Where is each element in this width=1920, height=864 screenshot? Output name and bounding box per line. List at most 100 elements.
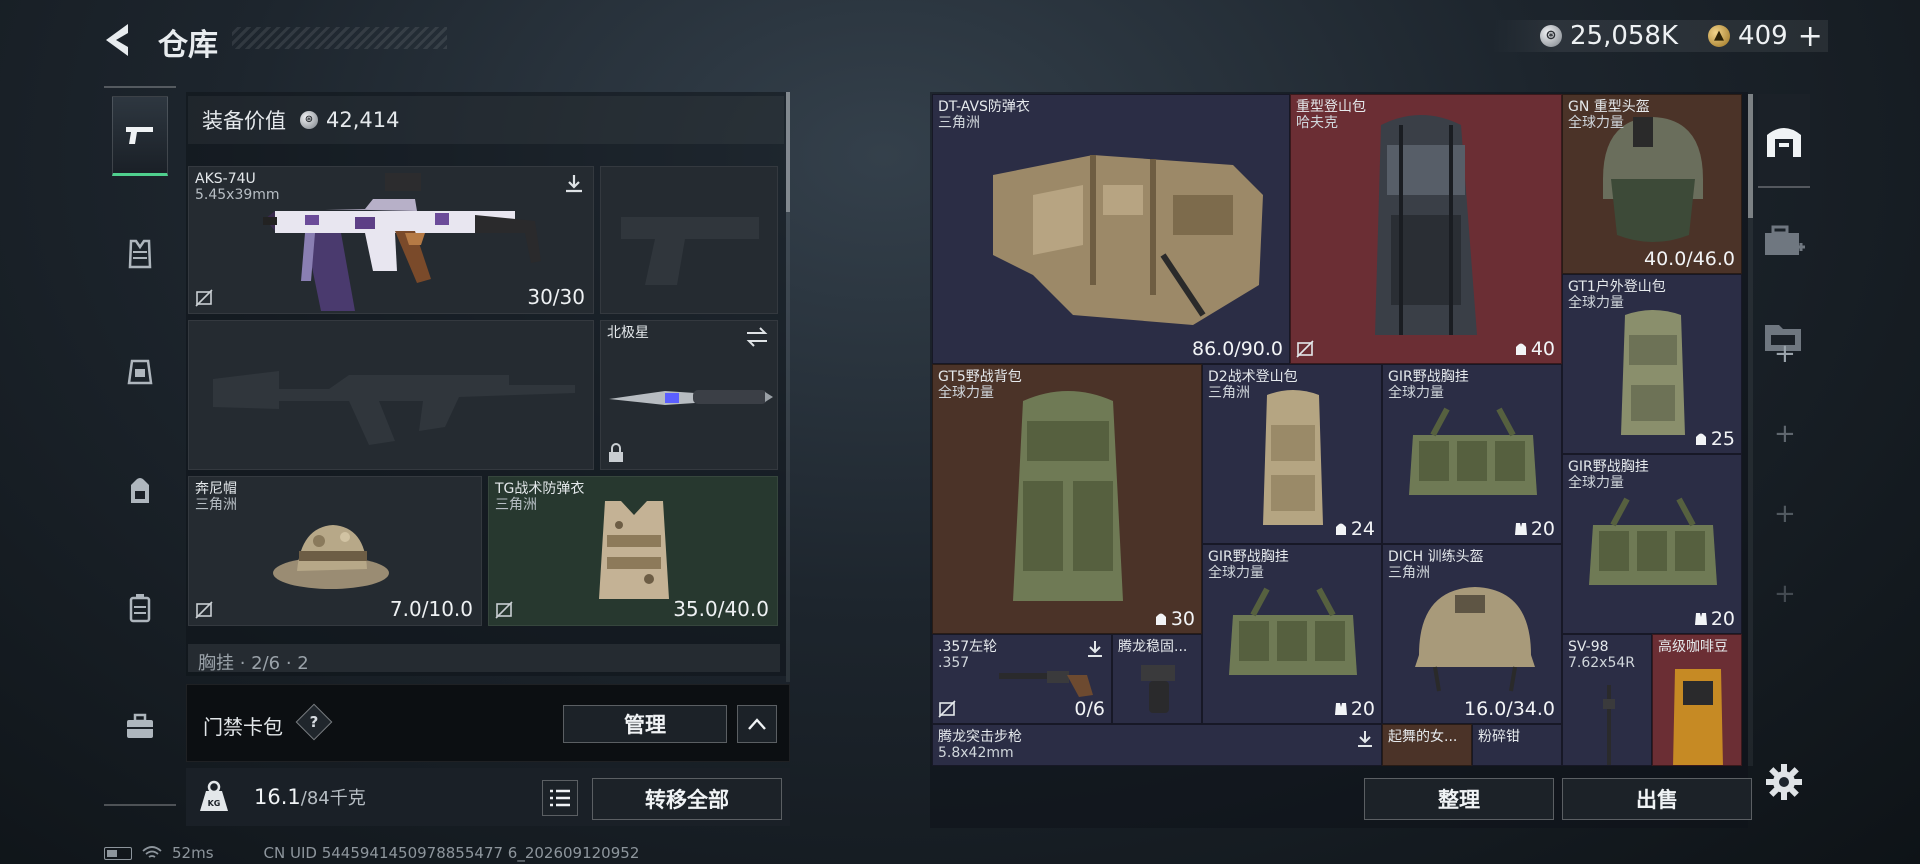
- add-currency-button[interactable]: +: [1798, 19, 1823, 54]
- stash-item[interactable]: DICH 训练头盔 三角洲 16.0/34.0: [1382, 544, 1562, 724]
- stash-item[interactable]: GIR野战胸挂 全球力量 20: [1382, 364, 1562, 544]
- help-button[interactable]: ?: [295, 703, 333, 741]
- item-name: DT-AVS防弹衣: [938, 99, 1030, 115]
- item-name: GIR野战胸挂: [1568, 459, 1649, 475]
- download-icon[interactable]: [1355, 729, 1375, 749]
- rig-icon: [127, 359, 153, 385]
- stash-item[interactable]: 腾龙突击步枪 5.8x42mm: [932, 724, 1382, 766]
- no-insure-icon: [938, 700, 956, 718]
- helmet-durability: 7.0/10.0: [389, 597, 473, 621]
- sort-button[interactable]: 整理: [1364, 778, 1554, 820]
- weapon-ammo: 30/30: [527, 285, 585, 309]
- stash-item[interactable]: D2战术登山包 三角洲 24: [1202, 364, 1382, 544]
- weight-icon: KG: [200, 780, 228, 811]
- item-maker: 三角洲: [1388, 565, 1430, 581]
- gt5-backpack-image: [1013, 391, 1123, 601]
- stash-item[interactable]: SV-98 7.62x54R: [1562, 634, 1652, 766]
- list-icon: [550, 789, 570, 807]
- stash-item[interactable]: 起舞的女...: [1382, 724, 1472, 766]
- chest-rig-row[interactable]: 胸挂 · 2/6 · 2: [188, 644, 780, 672]
- vest-image: [599, 501, 669, 599]
- download-icon[interactable]: [563, 173, 585, 195]
- tab-expansion-2[interactable]: [1758, 290, 1810, 384]
- tab-main-stash[interactable]: [1758, 94, 1810, 188]
- stash-scrollbar-thumb[interactable]: [1748, 94, 1753, 218]
- manage-button[interactable]: 管理: [563, 705, 727, 743]
- item-name: GT1户外登山包: [1568, 279, 1666, 295]
- item-maker: 全球力量: [938, 385, 994, 401]
- card-pack-label: 门禁卡包: [203, 715, 283, 739]
- weapon-caliber: 5.45x39mm: [195, 187, 280, 203]
- vest-icon: [128, 239, 152, 269]
- swap-icon[interactable]: [745, 327, 769, 347]
- add-tab-button[interactable]: +: [1774, 421, 1796, 447]
- stash-item[interactable]: DT-AVS防弹衣 三角洲 86.0/90.0: [932, 94, 1290, 364]
- stash-item[interactable]: GIR野战胸挂 全球力量 20: [1202, 544, 1382, 724]
- silver-coin-icon: ⊛: [1540, 25, 1562, 47]
- transfer-all-button[interactable]: 转移全部: [592, 778, 782, 820]
- list-view-button[interactable]: [542, 780, 578, 816]
- toolbox-icon: [127, 713, 153, 738]
- add-tab-button[interactable]: +: [1774, 581, 1796, 607]
- sidebar-item-cases[interactable]: [112, 568, 168, 648]
- item-maker: 全球力量: [1568, 295, 1624, 311]
- sidebar-item-toolbox[interactable]: [112, 686, 168, 766]
- no-insure-icon: [195, 289, 213, 307]
- second-weapon-slot[interactable]: [188, 320, 594, 470]
- item-name: 起舞的女...: [1388, 729, 1458, 745]
- weight-bar: KG 16.1/84千克 转移全部: [186, 768, 790, 826]
- sidebar-item-armor[interactable]: [112, 214, 168, 294]
- item-name: 腾龙稳固...: [1118, 639, 1188, 655]
- sidebar-item-rigs[interactable]: [112, 332, 168, 412]
- item-capacity: 30: [1154, 608, 1195, 630]
- stash-item[interactable]: GT1户外登山包 全球力量 25: [1562, 274, 1742, 454]
- stash-item[interactable]: 腾龙稳固...: [1112, 634, 1202, 724]
- backpack-icon: [1155, 613, 1166, 625]
- chevron-up-icon: [748, 718, 766, 730]
- backpack-icon: [131, 478, 149, 503]
- add-tab-button[interactable]: +: [1774, 501, 1796, 527]
- currency-bar: ⊛ 25,058K ▲ 409 +: [1492, 19, 1828, 54]
- stash-item[interactable]: GN 重型头盔 全球力量 40.0/46.0: [1562, 94, 1742, 274]
- add-tab-button[interactable]: +: [1774, 341, 1796, 367]
- coffee-bag-image: [1673, 669, 1723, 765]
- knife-image: [609, 390, 773, 405]
- stash-item[interactable]: 高级咖啡豆: [1652, 634, 1742, 766]
- secondary-weapon-slot[interactable]: [600, 166, 778, 314]
- helmet-slot[interactable]: 奔尼帽 三角洲 7.0/10.0: [188, 476, 482, 626]
- no-insure-icon: [1296, 340, 1314, 358]
- armor-slot[interactable]: TG战术防弹衣 三角洲 35.0/40.0: [488, 476, 778, 626]
- tab-expansion-1[interactable]: [1758, 194, 1810, 288]
- item-name: DICH 训练头盔: [1388, 549, 1484, 565]
- armor-maker: 三角洲: [495, 497, 537, 513]
- sell-button[interactable]: 出售: [1562, 778, 1752, 820]
- melee-slot[interactable]: 北极星: [600, 320, 778, 470]
- stash-item[interactable]: 粉碎钳: [1472, 724, 1562, 766]
- download-icon[interactable]: [1085, 639, 1105, 659]
- uid-text: CN UID 5445941450978855477 6_20260912095…: [263, 844, 640, 862]
- sidebar-item-weapons[interactable]: [112, 96, 168, 176]
- stash-item[interactable]: .357左轮 .357 0/6: [932, 634, 1112, 724]
- backpack-icon: [1695, 433, 1706, 445]
- primary-weapon-slot[interactable]: AKS-74U 5.45x39mm 30/30: [188, 166, 594, 314]
- loadout-scrollbar-thumb[interactable]: [786, 92, 790, 212]
- sidebar-item-backpacks[interactable]: [112, 450, 168, 530]
- item-capacity: 20: [1334, 698, 1375, 720]
- collapse-button[interactable]: [737, 705, 777, 743]
- stash-tabs: + + + +: [1758, 94, 1810, 754]
- item-name: 重型登山包: [1296, 99, 1366, 115]
- heavy-backpack-image: [1375, 115, 1477, 335]
- backpack-icon: [1515, 343, 1526, 355]
- boonie-hat-image: [273, 525, 389, 589]
- gear-icon[interactable]: [1764, 762, 1804, 802]
- item-name: GN 重型头盔: [1568, 99, 1650, 115]
- stash-item[interactable]: GT5野战背包 全球力量 30: [932, 364, 1202, 634]
- back-arrow-icon[interactable]: [98, 18, 142, 62]
- item-maker: 全球力量: [1568, 115, 1624, 131]
- item-caliber: .357: [938, 655, 970, 671]
- stash-item[interactable]: 重型登山包 哈夫克 40: [1290, 94, 1562, 364]
- item-capacity: 40: [1514, 338, 1555, 360]
- item-maker: 全球力量: [1568, 475, 1624, 491]
- rig-icon: [1514, 523, 1527, 535]
- stash-item[interactable]: GIR野战胸挂 全球力量 20: [1562, 454, 1742, 634]
